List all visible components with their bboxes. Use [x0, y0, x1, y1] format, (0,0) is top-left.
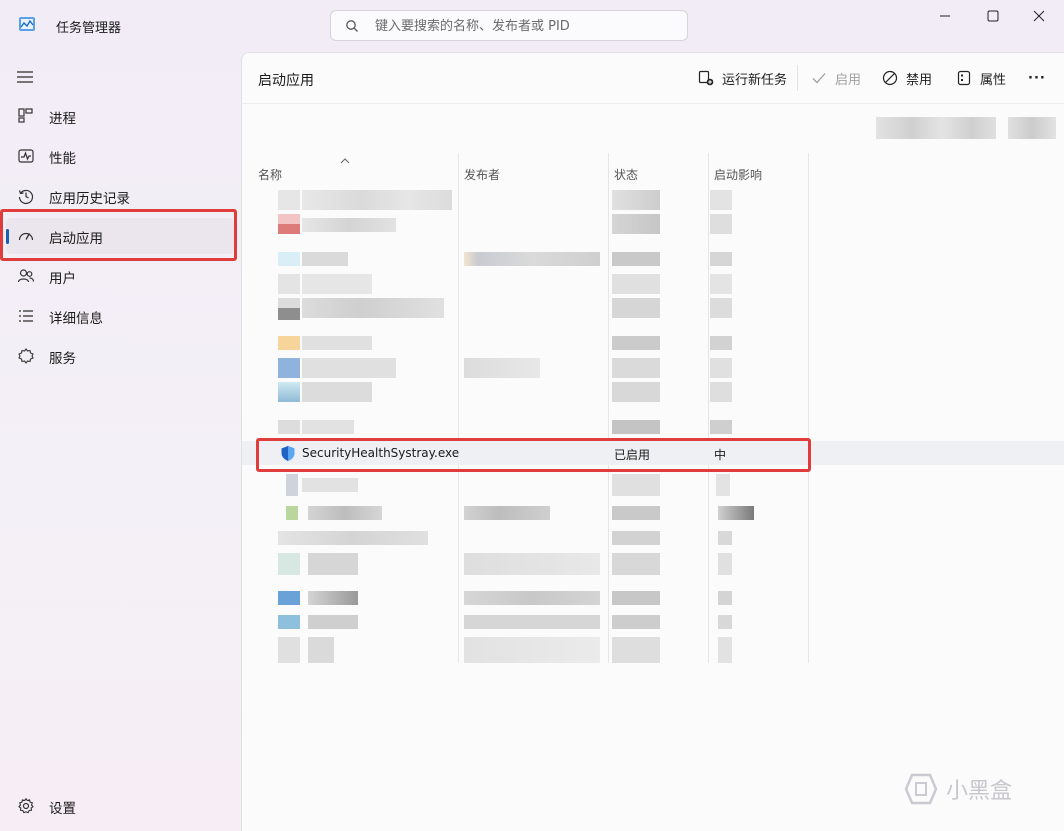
enable-label: 启用 — [835, 72, 862, 88]
sidebar-item-startup-apps[interactable]: 启动应用 — [6, 218, 234, 254]
table-row[interactable] — [242, 527, 1064, 551]
table-row[interactable] — [242, 502, 1064, 526]
sidebar-item-users[interactable]: 用户 — [6, 258, 234, 294]
active-indicator — [6, 229, 9, 244]
sidebar: 进程 性能 应用历史记录 启动应用 用户 详细信息 服务 设置 — [0, 52, 241, 831]
search-input[interactable] — [375, 17, 675, 35]
table-row[interactable] — [242, 296, 1064, 320]
run-new-task-button[interactable]: 运行新任务 — [698, 66, 787, 90]
table-row[interactable] — [242, 380, 1064, 404]
maximize-icon — [987, 10, 999, 22]
sidebar-item-label: 服务 — [49, 351, 76, 367]
details-icon — [19, 310, 33, 322]
close-button[interactable] — [1016, 0, 1062, 32]
processes-icon — [18, 108, 33, 123]
sidebar-item-services[interactable]: 服务 — [6, 338, 234, 374]
status-cell: 已启用 — [614, 448, 651, 462]
page-title: 启动应用 — [258, 73, 314, 89]
watermark-logo: 小黑盒 — [904, 773, 1012, 805]
gear-icon — [18, 797, 34, 814]
close-icon — [1033, 10, 1045, 22]
table-row[interactable] — [242, 472, 1064, 496]
disable-label: 禁用 — [906, 72, 933, 88]
run-new-task-label: 运行新任务 — [722, 72, 788, 88]
sidebar-item-performance[interactable]: 性能 — [6, 138, 234, 174]
table-row[interactable] — [242, 248, 1064, 272]
more-options-button[interactable]: ··· — [1028, 66, 1046, 90]
checkmark-icon — [812, 73, 826, 84]
minimize-button[interactable] — [922, 0, 968, 32]
sidebar-item-processes[interactable]: 进程 — [6, 98, 234, 134]
startup-time-label-redacted — [876, 117, 996, 139]
table-row[interactable] — [242, 551, 1064, 575]
sidebar-item-details[interactable]: 详细信息 — [6, 298, 234, 334]
sidebar-item-label: 设置 — [49, 801, 76, 817]
column-header-publisher[interactable]: 发布者 — [458, 153, 608, 187]
svg-text:小黑盒: 小黑盒 — [946, 779, 1012, 804]
table-row[interactable] — [242, 356, 1064, 380]
sort-ascending-icon — [340, 158, 350, 164]
task-manager-window: 任务管理器 键入要搜索的名称、发布者或 PID 进程 性能 应用历史记录 启动应… — [0, 0, 1064, 831]
enable-button[interactable]: 启用 — [811, 66, 861, 90]
table-row[interactable] — [242, 212, 1064, 236]
column-header-status[interactable]: 状态 — [608, 153, 708, 187]
main-panel: 启动应用 运行新任务 启用 禁用 属性 ··· 名称 发布者 状态 启动影响 S… — [241, 52, 1064, 831]
main-header: 启动应用 运行新任务 启用 禁用 属性 ··· — [242, 53, 1064, 104]
table-row[interactable] — [242, 332, 1064, 356]
table-row[interactable] — [242, 188, 1064, 212]
properties-button[interactable]: 属性 — [956, 66, 1006, 90]
properties-icon — [957, 70, 971, 86]
toolbar-divider — [797, 65, 798, 91]
column-header-label: 发布者 — [464, 168, 501, 182]
sidebar-item-app-history[interactable]: 应用历史记录 — [6, 178, 234, 214]
sidebar-item-label: 详细信息 — [49, 311, 103, 327]
maximize-button[interactable] — [970, 0, 1016, 32]
performance-icon — [18, 149, 34, 163]
column-header-label: 名称 — [258, 168, 283, 182]
column-header-label: 启动影响 — [714, 168, 763, 182]
history-icon — [18, 189, 34, 205]
sidebar-item-label: 用户 — [49, 271, 76, 287]
users-icon — [17, 269, 35, 283]
title-bar: 任务管理器 — [0, 0, 1064, 52]
properties-label: 属性 — [980, 72, 1007, 88]
startup-time-value-redacted — [1008, 117, 1056, 139]
sidebar-item-label: 应用历史记录 — [49, 191, 130, 207]
shield-icon — [281, 446, 295, 461]
hamburger-menu-icon[interactable] — [16, 70, 34, 84]
table-row[interactable] — [242, 416, 1064, 440]
disable-button[interactable]: 禁用 — [882, 66, 932, 90]
column-header-name[interactable]: 名称 — [242, 153, 458, 187]
table-row-security-health-systray[interactable]: SecurityHealthSystray.exe 已启用 中 — [242, 441, 1064, 465]
column-header-label: 状态 — [614, 168, 639, 182]
sidebar-item-settings[interactable]: 设置 — [6, 788, 234, 824]
table-row[interactable] — [242, 611, 1064, 635]
search-icon — [346, 20, 358, 32]
run-new-task-icon — [698, 70, 714, 86]
table-row[interactable] — [242, 272, 1064, 296]
services-icon — [18, 348, 34, 364]
task-manager-app-icon — [19, 17, 35, 31]
table-row[interactable] — [242, 587, 1064, 611]
startup-icon — [18, 232, 34, 241]
table-row[interactable] — [242, 635, 1064, 663]
disable-icon — [882, 70, 898, 86]
table-header: 名称 发布者 状态 启动影响 — [242, 153, 808, 187]
sidebar-item-label: 性能 — [49, 151, 76, 167]
impact-cell: 中 — [714, 448, 727, 462]
more-options-icon: ··· — [1028, 70, 1046, 86]
minimize-icon — [940, 15, 950, 17]
column-header-impact[interactable]: 启动影响 — [708, 153, 808, 187]
search-box[interactable] — [330, 10, 688, 41]
app-name-cell: SecurityHealthSystray.exe — [302, 446, 460, 460]
sidebar-item-label: 启动应用 — [49, 231, 103, 247]
app-title: 任务管理器 — [56, 21, 122, 36]
sidebar-item-label: 进程 — [49, 111, 76, 127]
